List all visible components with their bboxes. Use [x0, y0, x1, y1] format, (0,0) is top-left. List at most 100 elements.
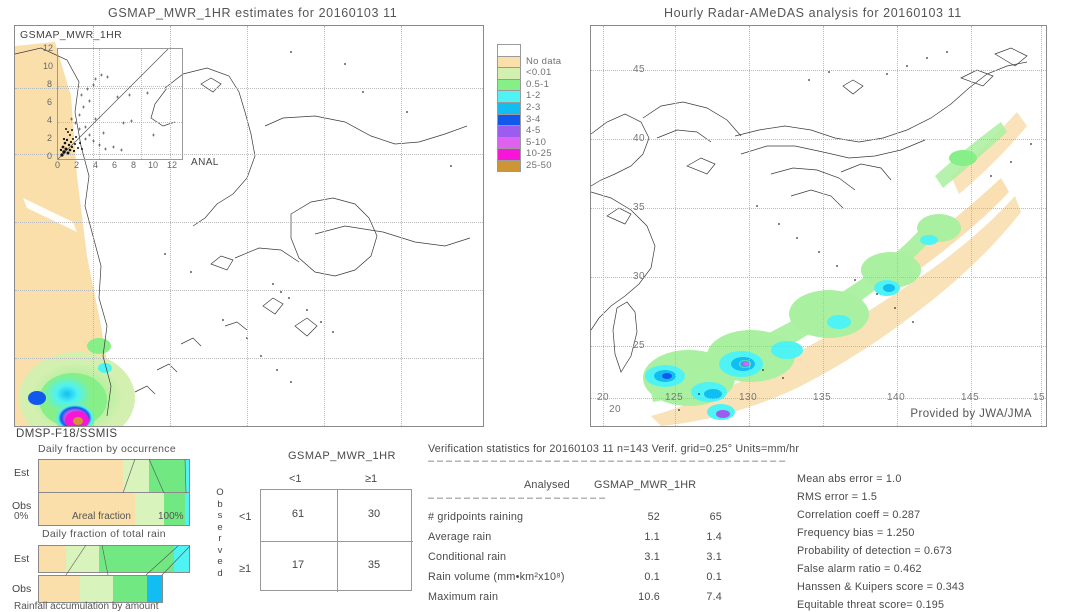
contingency-cell-false-alarm: 30 — [367, 508, 381, 520]
legend-swatch — [497, 78, 521, 91]
contingency-row-header-1: ≥1 — [239, 563, 252, 575]
inset-ytick-8: 8 — [47, 79, 53, 89]
verification-row-label-0: # gridpoints raining — [428, 511, 524, 523]
legend-row: 10-25 — [497, 148, 573, 160]
legend-row: 25-50 — [497, 159, 573, 172]
gridline-horizontal — [591, 139, 1046, 140]
bar-segment — [184, 493, 189, 525]
legend-swatch — [497, 148, 521, 160]
left-map-corner-label: GSMAP_MWR_1HR — [20, 29, 123, 41]
lon-tick-145: 145 — [961, 392, 980, 403]
verification-row-estimate-2: 3.1 — [706, 551, 722, 563]
verification-row-label-2: Conditional rain — [428, 551, 507, 563]
amount-axis-label: Rainfall accumulation by amount — [14, 601, 159, 612]
vlabel-char: e — [217, 521, 223, 533]
vlabel-char: s — [217, 510, 223, 521]
lat-tick-25: 25 — [633, 340, 646, 351]
gridline-vertical — [247, 26, 248, 426]
contingency-col-header-1: ≥1 — [365, 473, 378, 485]
amount-est-bar[interactable] — [38, 545, 190, 573]
legend-swatch — [497, 44, 521, 56]
verification-rule-mid: – – – – – – – – – – – – – – – – – – – – — [428, 492, 606, 504]
bar-segment — [79, 576, 113, 602]
inset-xtick-4: 4 — [93, 160, 99, 170]
verification-row-estimate-0: 65 — [709, 511, 722, 523]
bar-segment — [39, 460, 123, 492]
legend-swatch — [497, 159, 521, 172]
legend-swatch — [497, 67, 521, 79]
spacer — [38, 492, 190, 493]
lon-tick-150: 15 — [1033, 392, 1046, 403]
legend-label: 1-2 — [526, 90, 541, 102]
inset-ytick-2: 2 — [47, 133, 53, 143]
radar-map-graphic — [591, 47, 1032, 426]
gridline-horizontal — [591, 208, 1046, 209]
verification-row-analysed-3: 0.1 — [644, 571, 660, 583]
contingency-title: GSMAP_MWR_1HR — [288, 450, 396, 462]
legend-label: 2-3 — [526, 101, 541, 113]
contingency-vertical-label: O b s e r v e d — [214, 487, 226, 579]
legend-label: 25-50 — [526, 159, 552, 171]
gridline-horizontal — [15, 290, 483, 291]
occurrence-axis-max: 100% — [158, 511, 184, 522]
score-equitable-threat: Equitable threat score= 0.195 — [797, 599, 945, 611]
legend-swatch — [497, 101, 521, 114]
vlabel-char: d — [217, 567, 223, 579]
lon-tick-125: 125 — [665, 392, 684, 403]
lat-tick-45: 45 — [633, 64, 646, 75]
verification-row-estimate-3: 0.1 — [706, 571, 722, 583]
contingency-row-header-0: <1 — [239, 511, 252, 523]
occurrence-est-bar[interactable] — [38, 459, 190, 493]
score-frequency-bias: Frequency bias = 1.250 — [797, 527, 915, 539]
legend-row: 2-3 — [497, 101, 573, 114]
radar-amedas-map[interactable]: 45 40 35 30 25 20 125 130 135 140 145 15… — [590, 25, 1047, 427]
legend-row: <0.01 — [497, 67, 573, 79]
contingency-col-header-0: <1 — [289, 473, 302, 485]
gridline-horizontal — [591, 346, 1046, 347]
legend-swatch — [497, 90, 521, 102]
bar-segment — [184, 460, 189, 492]
legend-swatch — [497, 55, 521, 68]
verification-row-label-3: Rain volume (mm•km²x10⁸) — [428, 571, 565, 583]
occurrence-chart-title: Daily fraction by occurrence — [38, 443, 176, 455]
gridline-horizontal — [591, 277, 1046, 278]
inset-ytick-12: 12 — [43, 43, 54, 53]
lat-tick-30: 30 — [633, 271, 646, 282]
verification-row-analysed-1: 1.1 — [644, 531, 660, 543]
contingency-cell-miss: 17 — [291, 559, 305, 571]
amount-obs-label: Obs — [12, 583, 32, 595]
legend-label: No data — [526, 55, 562, 67]
verification-col2-header: GSMAP_MWR_1HR — [594, 479, 697, 491]
amount-obs-bar[interactable] — [38, 575, 163, 603]
inset-xtick-6: 6 — [112, 160, 118, 170]
vlabel-char: e — [217, 556, 223, 567]
legend-label: 10-25 — [526, 148, 552, 160]
legend-label: 3-4 — [526, 113, 541, 125]
bar-segment — [66, 546, 99, 572]
inset-ytick-0: 0 — [47, 151, 53, 161]
inset-xtick-10: 10 — [148, 160, 159, 170]
gridline-vertical — [749, 26, 750, 426]
legend-row: 1-2 — [497, 90, 573, 102]
scatter-inset[interactable] — [57, 48, 183, 160]
bar-segment — [174, 546, 189, 572]
bar-segment — [147, 576, 162, 602]
vlabel-char: v — [217, 544, 223, 556]
gridline-horizontal — [591, 70, 1046, 71]
gridline-vertical — [897, 26, 898, 426]
gsmap-estimate-map[interactable]: GSMAP_MWR_1HR 12 10 8 6 4 2 0 0 2 4 6 8 … — [14, 25, 484, 427]
bar-segment — [99, 546, 174, 572]
occurrence-axis-min: 0% — [14, 511, 29, 522]
score-hanssen-kuipers: Hanssen & Kuipers score = 0.343 — [797, 581, 965, 593]
bar-segment — [39, 576, 80, 602]
verification-row-label-4: Maximum rain — [428, 591, 499, 603]
bar-segment — [112, 576, 148, 602]
legend-label: 5-10 — [526, 136, 547, 148]
gridline-vertical — [603, 26, 604, 426]
legend-label: <0.01 — [526, 67, 552, 79]
inset-xtick-2: 2 — [74, 160, 80, 170]
contingency-table[interactable] — [260, 489, 413, 592]
occurrence-est-label: Est — [14, 467, 30, 479]
scatter-diagonal-line — [58, 49, 169, 159]
score-probability-of-detection: Probability of detection = 0.673 — [797, 545, 952, 557]
